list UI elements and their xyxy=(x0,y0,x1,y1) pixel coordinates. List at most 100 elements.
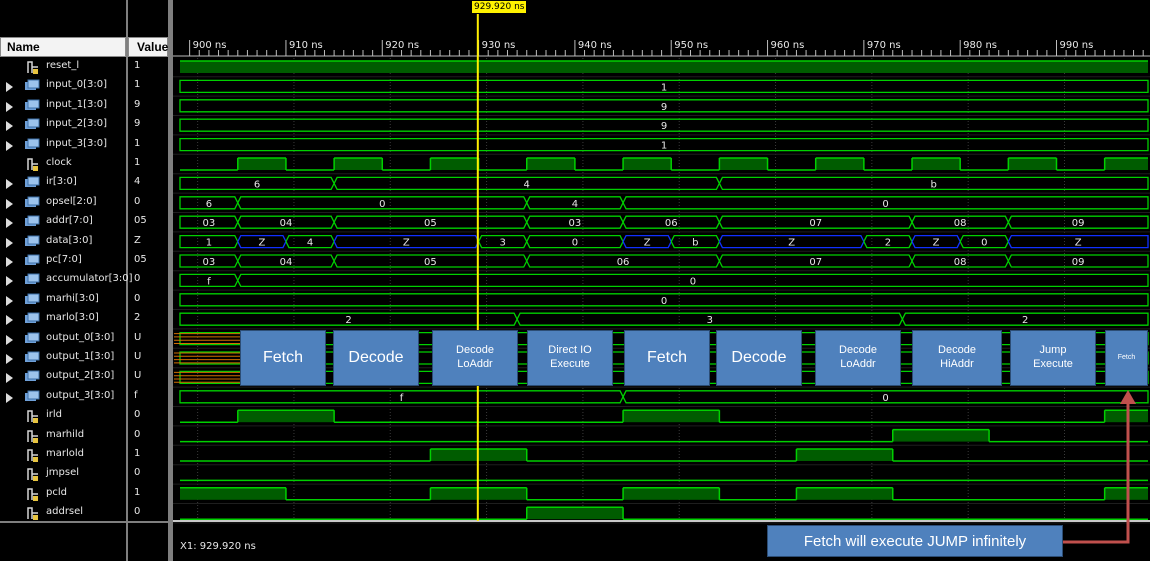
bus-value-label: 0 xyxy=(572,238,578,249)
value-column-header[interactable]: Value xyxy=(128,37,168,57)
bus-signal-icon xyxy=(25,351,40,362)
signal-value: 0 xyxy=(134,273,141,285)
bit-signal-icon xyxy=(27,468,38,482)
signal-row[interactable]: input_1[3:0] xyxy=(0,97,126,116)
signal-name: reset_l xyxy=(46,60,80,71)
expand-arrow-icon[interactable] xyxy=(6,82,13,93)
name-column-header[interactable]: Name xyxy=(0,37,126,57)
waveform-high-fill xyxy=(912,158,961,170)
annotation-callout: Decode xyxy=(716,330,802,386)
signal-name: output_1[3:0] xyxy=(46,351,115,362)
signal-row[interactable]: clock xyxy=(0,155,126,174)
bus-value-label: Z xyxy=(403,238,410,249)
signal-value: 1 xyxy=(134,137,141,149)
bus-signal-icon xyxy=(25,235,40,246)
timeline-tick-label: 930 ns xyxy=(481,40,516,51)
signal-value: U xyxy=(134,351,142,362)
bus-value-label: 04 xyxy=(280,257,293,268)
signal-row[interactable]: marlold xyxy=(0,446,126,465)
signal-row[interactable]: output_3[3:0] xyxy=(0,388,126,407)
signal-name: irld xyxy=(46,409,63,421)
signal-row[interactable]: input_0[3:0] xyxy=(0,77,126,96)
signal-value: 0 xyxy=(134,467,141,479)
bus-signal-icon xyxy=(25,215,40,227)
waveform-high-fill xyxy=(180,61,1148,73)
annotation-callout: Direct IO Execute xyxy=(527,330,613,386)
signal-value: 1 xyxy=(134,448,141,459)
signal-row[interactable]: ir[3:0] xyxy=(0,174,126,193)
signal-row[interactable]: output_0[3:0] xyxy=(0,330,126,349)
signal-row[interactable]: pcld xyxy=(0,485,126,504)
signal-row[interactable]: jmpsel xyxy=(0,465,126,484)
cursor-time-label[interactable]: 929.920 ns xyxy=(472,1,527,13)
bus-signal-icon xyxy=(25,293,40,304)
annotation-callout: Fetch xyxy=(624,330,710,386)
signal-name: addr[7:0] xyxy=(46,215,93,227)
signal-row[interactable]: marhi[3:0] xyxy=(0,291,126,310)
cursor-status-readout: X1: 929.920 ns xyxy=(180,541,256,552)
signal-row[interactable]: marhild xyxy=(0,427,126,446)
expand-arrow-icon[interactable] xyxy=(6,257,13,267)
bus-value-label: 6 xyxy=(254,179,260,190)
signal-row[interactable]: output_1[3:0] xyxy=(0,349,126,368)
expand-arrow-icon[interactable] xyxy=(6,140,13,151)
signal-value: 1 xyxy=(134,486,141,498)
expand-arrow-icon[interactable] xyxy=(6,295,13,306)
bit-signal-icon xyxy=(27,449,38,462)
bus-value-label: 2 xyxy=(345,315,351,326)
expand-arrow-icon[interactable] xyxy=(6,354,13,364)
waveform-high-fill xyxy=(430,158,479,170)
expand-arrow-icon[interactable] xyxy=(6,276,13,287)
expand-arrow-icon[interactable] xyxy=(6,179,13,190)
signal-row[interactable]: irld xyxy=(0,407,126,426)
signal-name: ir[3:0] xyxy=(46,176,77,188)
bus-value-label: 1 xyxy=(206,238,212,249)
signal-row[interactable]: addr[7:0] xyxy=(0,213,126,232)
signal-name: input_1[3:0] xyxy=(46,98,107,110)
bus-value-label: 08 xyxy=(954,218,967,229)
expand-arrow-icon[interactable] xyxy=(6,121,13,132)
signal-row[interactable]: accumulator[3:0] xyxy=(0,271,133,290)
annotation-callout: Decode xyxy=(333,330,419,386)
bus-value-label: f xyxy=(207,276,211,287)
signal-row[interactable]: input_3[3:0] xyxy=(0,136,126,155)
signal-row[interactable]: input_2[3:0] xyxy=(0,116,126,135)
bus-signal-icon xyxy=(25,176,40,188)
waveform-canvas[interactable]: 19916 4 b6 0 4 003 04 05 03 06 07 08 091 Z 4 Z 3 0 Zb Z 2 Z 0 Z… xyxy=(173,0,1150,561)
bus-value-label: 06 xyxy=(665,218,678,229)
annotation-callout: Decode LoAddr xyxy=(432,330,518,386)
expand-arrow-icon[interactable] xyxy=(6,315,13,326)
expand-arrow-icon[interactable] xyxy=(6,334,13,345)
signal-name: jmpsel xyxy=(46,467,80,479)
signal-value: 0 xyxy=(134,292,141,304)
signal-row[interactable]: pc[7:0] xyxy=(0,252,126,271)
waveform-high-fill xyxy=(237,410,335,423)
bus-value-label: 04 xyxy=(280,218,293,229)
expand-arrow-icon[interactable] xyxy=(6,101,13,112)
bus-signal-icon xyxy=(25,118,40,130)
bus-value-label: Z xyxy=(788,238,795,249)
expand-arrow-icon[interactable] xyxy=(6,218,13,229)
expand-arrow-icon[interactable] xyxy=(6,237,13,248)
signal-row[interactable]: reset_l xyxy=(0,58,126,77)
bus-value-label: 3 xyxy=(707,315,713,326)
signal-name: output_2[3:0] xyxy=(46,370,115,382)
signal-name: input_2[3:0] xyxy=(46,118,107,130)
signal-row[interactable]: opsel[2:0] xyxy=(0,194,126,213)
signal-row[interactable]: data[3:0] xyxy=(0,233,126,252)
expand-arrow-icon[interactable] xyxy=(6,392,13,403)
waveform-high-fill xyxy=(334,158,383,170)
timeline-tick-label: 960 ns xyxy=(770,40,805,51)
signal-row[interactable]: output_2[3:0] xyxy=(0,368,126,387)
bus-value-label: Z xyxy=(1075,238,1082,249)
signal-row[interactable]: marlo[3:0] xyxy=(0,310,126,329)
annotation-callout: Fetch xyxy=(1105,330,1148,386)
signal-row[interactable]: addrsel xyxy=(0,504,126,523)
expand-arrow-icon[interactable] xyxy=(6,373,13,384)
bus-value-label: 06 xyxy=(617,257,630,268)
bus-signal-icon xyxy=(25,312,40,324)
bit-signal-icon xyxy=(27,488,38,501)
bit-signal-icon xyxy=(27,410,38,424)
timeline-tick-label: 940 ns xyxy=(577,40,612,51)
expand-arrow-icon[interactable] xyxy=(6,198,13,209)
